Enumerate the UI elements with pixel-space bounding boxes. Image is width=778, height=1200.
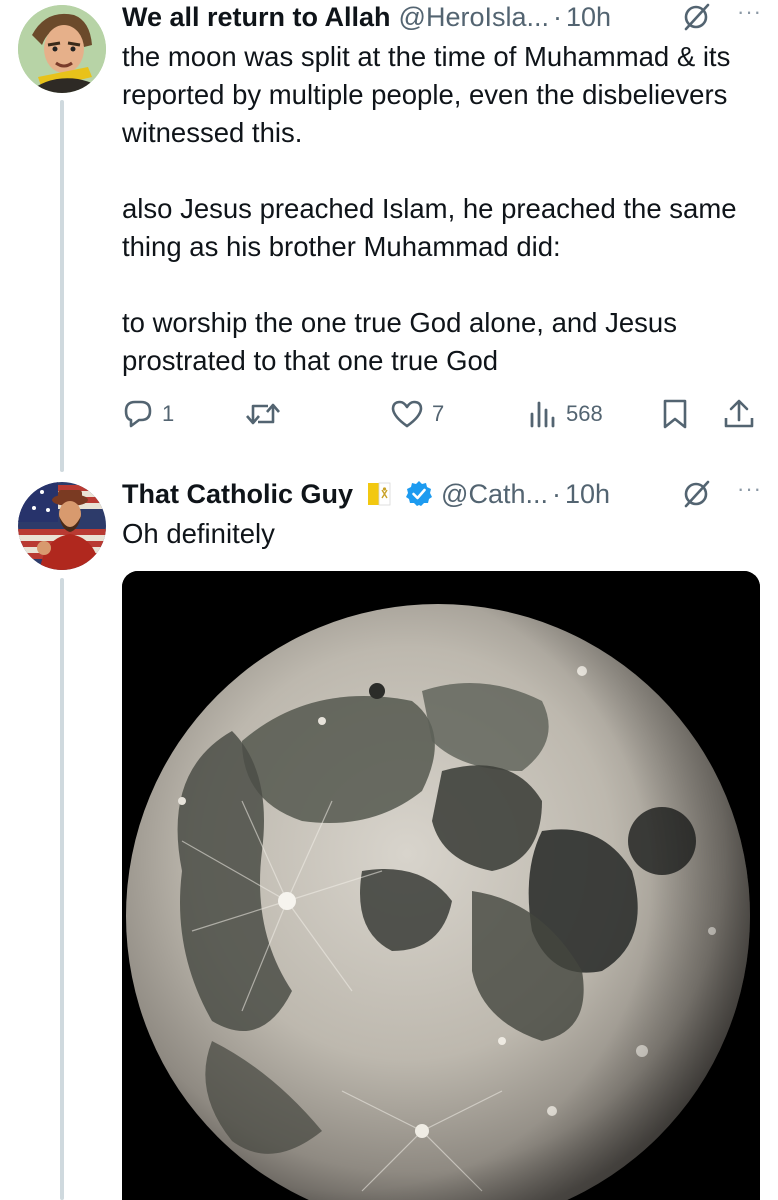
like-button[interactable]: 7 xyxy=(390,394,444,434)
more-options-icon[interactable]: ··· xyxy=(737,476,762,502)
reply-count: 1 xyxy=(162,401,175,426)
tweet-image[interactable] xyxy=(122,571,760,1200)
like-count: 7 xyxy=(432,401,445,426)
thread-line xyxy=(60,578,64,1200)
timestamp[interactable]: 10h xyxy=(566,2,611,33)
grok-icon[interactable] xyxy=(681,2,711,32)
display-name[interactable]: We all return to Allah xyxy=(122,2,391,33)
share-button[interactable] xyxy=(722,394,756,434)
tweet-text: the moon was split at the time of Muhamm… xyxy=(122,38,758,380)
tweet-header: That Catholic Guy @Cath... · 10h ··· xyxy=(122,474,762,514)
avatar[interactable] xyxy=(18,5,106,93)
thread-line xyxy=(60,100,64,472)
grok-icon[interactable] xyxy=(681,479,711,509)
user-handle[interactable]: @HeroIsla... xyxy=(399,2,549,33)
verified-badge-icon[interactable] xyxy=(405,480,433,508)
reply-icon xyxy=(124,400,152,428)
tweet-actions: 1 7 568 xyxy=(122,394,762,434)
share-icon xyxy=(724,399,754,428)
user-handle[interactable]: @Cath... xyxy=(441,479,548,510)
reply-button[interactable]: 1 xyxy=(122,394,174,434)
tweet-paragraph: also Jesus preached Islam, he preached t… xyxy=(122,193,737,262)
tweet-paragraph: Oh definitely xyxy=(122,518,275,549)
tweet-paragraph: the moon was split at the time of Muhamm… xyxy=(122,41,731,148)
heart-icon xyxy=(391,400,423,428)
bookmark-icon xyxy=(663,399,687,429)
tweet-paragraph: to worship the one true God alone, and J… xyxy=(122,307,677,376)
timestamp[interactable]: 10h xyxy=(565,479,610,510)
separator-dot: · xyxy=(551,478,561,509)
bookmark-button[interactable] xyxy=(660,394,690,434)
tweet-header: We all return to Allah @HeroIsla... · 10… xyxy=(122,0,762,37)
more-options-icon[interactable]: ··· xyxy=(737,0,762,25)
tweet-text: Oh definitely xyxy=(122,515,758,553)
avatar[interactable] xyxy=(18,482,106,570)
display-name[interactable]: That Catholic Guy xyxy=(122,479,353,510)
retweet-icon xyxy=(246,403,280,425)
vatican-flag-icon xyxy=(368,482,391,506)
views-button[interactable]: 568 xyxy=(526,394,603,434)
retweet-button[interactable] xyxy=(244,394,290,434)
separator-dot: · xyxy=(553,1,562,32)
view-count: 568 xyxy=(566,401,603,426)
views-icon xyxy=(530,401,555,428)
moon-photo xyxy=(122,571,760,1200)
